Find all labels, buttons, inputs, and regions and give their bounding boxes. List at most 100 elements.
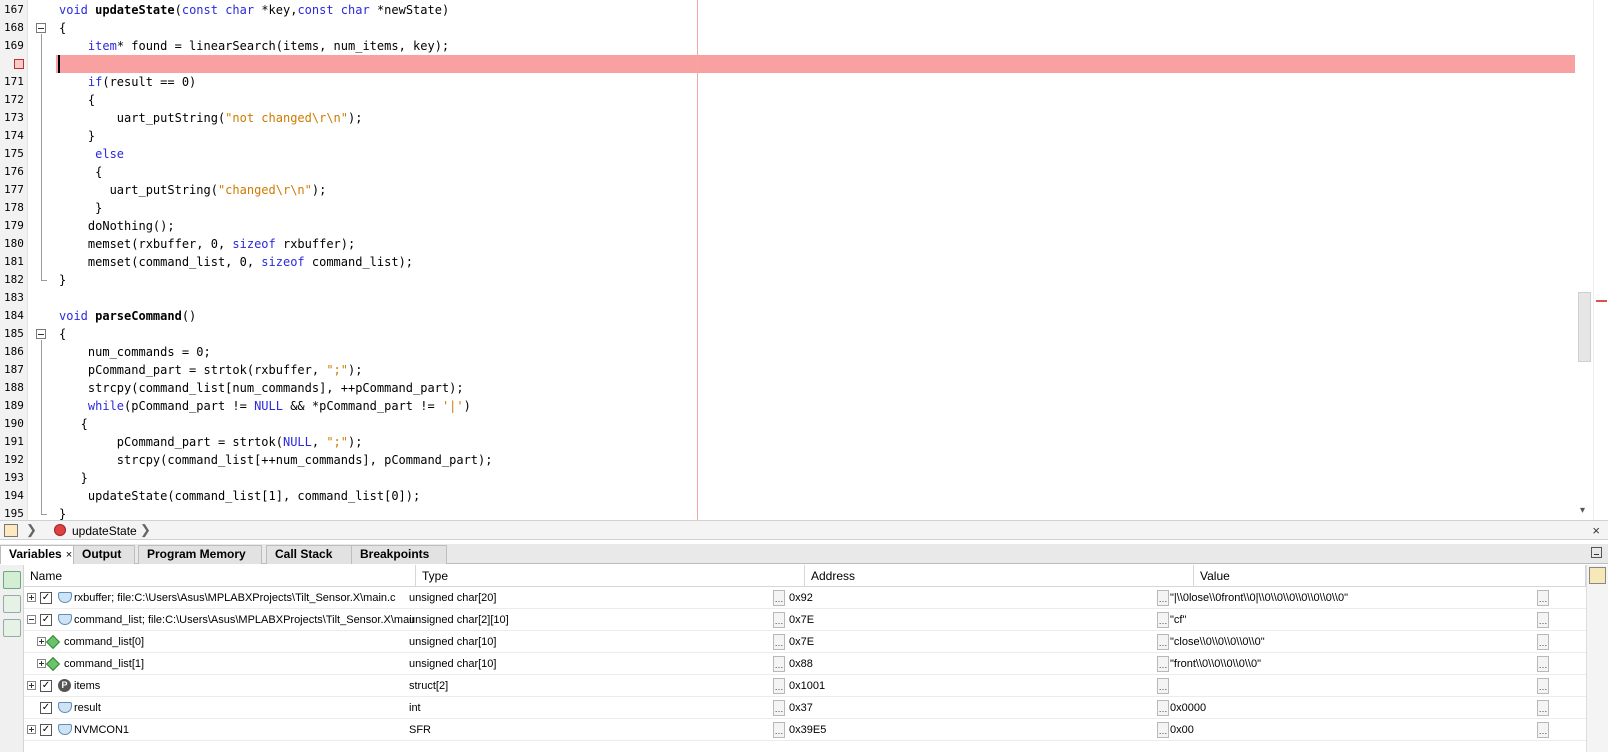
variable-row[interactable]: ✓ command_list; file:C:\Users\Asus\MPLABX… <box>24 609 1586 631</box>
code-line[interactable]: pCommand_part = strtok(rxbuffer, ";"); <box>59 361 363 379</box>
add-watch-icon[interactable] <box>3 619 21 637</box>
type-edit-button[interactable]: … <box>773 590 785 606</box>
variable-name[interactable]: rxbuffer; file:C:\Users\Asus\MPLABXProje… <box>74 587 414 609</box>
variable-value[interactable]: 0x0000 <box>1170 697 1532 719</box>
code-line[interactable]: void updateState(const char *key,const c… <box>59 1 449 19</box>
line-number[interactable]: 167 <box>0 1 27 19</box>
tab-program-memory[interactable]: Program Memory <box>138 545 262 564</box>
tab-variables[interactable]: Variables × <box>0 545 82 564</box>
line-number[interactable]: 190 <box>0 415 27 433</box>
code-line[interactable]: memset(command_list, 0, sizeof command_l… <box>59 253 413 271</box>
scrollbar-thumb[interactable] <box>1578 292 1591 362</box>
line-number[interactable]: 172 <box>0 91 27 109</box>
variable-row[interactable]: ✓ NVMCON1 SFR … … … 0x39E5 0x00 <box>24 719 1586 741</box>
close-icon[interactable]: × <box>1592 523 1600 538</box>
code-line[interactable]: pCommand_part = strtok(NULL, ";"); <box>59 433 363 451</box>
breakpoint-stripe-mark[interactable] <box>1596 300 1607 302</box>
variable-value[interactable] <box>1170 675 1532 697</box>
address-edit-button[interactable]: … <box>1157 612 1169 628</box>
column-header-value[interactable]: Value <box>1194 565 1586 587</box>
line-number[interactable]: 192 <box>0 451 27 469</box>
code-line[interactable]: updateState(command_list[1], command_lis… <box>59 487 420 505</box>
watch-checkbox[interactable]: ✓ <box>40 724 52 736</box>
fold-toggle-icon[interactable] <box>36 329 46 339</box>
code-line[interactable]: { <box>59 163 102 181</box>
line-number[interactable] <box>0 55 27 73</box>
variable-value[interactable]: 0x00 <box>1170 719 1532 741</box>
expand-icon[interactable] <box>27 725 36 734</box>
tab-close-icon[interactable]: × <box>66 549 72 561</box>
watch-checkbox[interactable]: ✓ <box>40 592 52 604</box>
line-number[interactable]: 189 <box>0 397 27 415</box>
variable-value[interactable]: "front\\0\\0\\0\\0\\0" <box>1170 653 1532 675</box>
line-number[interactable]: 177 <box>0 181 27 199</box>
value-edit-button[interactable]: … <box>1537 634 1549 650</box>
tab-output[interactable]: Output <box>73 545 135 564</box>
line-number[interactable]: 174 <box>0 127 27 145</box>
variable-row[interactable]: command_list[1] unsigned char[10] … … … 0x88 "… <box>24 653 1586 675</box>
watch-checkbox[interactable]: ✓ <box>40 614 52 626</box>
variable-name[interactable]: command_list[1] <box>64 653 414 675</box>
line-number[interactable]: 185 <box>0 325 27 343</box>
variable-name[interactable]: command_list[0] <box>64 631 414 653</box>
new-watch-icon[interactable] <box>3 595 21 613</box>
code-line[interactable]: { <box>59 325 66 343</box>
column-header-address[interactable]: Address <box>805 565 1194 587</box>
value-edit-button[interactable]: … <box>1537 612 1549 628</box>
code-line[interactable]: memset(rxbuffer, 0, sizeof rxbuffer); <box>59 235 355 253</box>
editor-vertical-scrollbar[interactable]: ▾ <box>1576 0 1593 520</box>
line-number[interactable]: 171 <box>0 73 27 91</box>
variable-row[interactable]: ✓ Pitems struct[2] … … … 0x1001 <box>24 675 1586 697</box>
value-edit-button[interactable]: … <box>1537 656 1549 672</box>
code-line[interactable]: doNothing(); <box>59 217 175 235</box>
variable-row[interactable]: command_list[0] unsigned char[10] … … … 0x7E "… <box>24 631 1586 653</box>
line-number[interactable]: 176 <box>0 163 27 181</box>
expand-icon[interactable] <box>27 593 36 602</box>
code-line[interactable]: { <box>59 19 66 37</box>
value-edit-button[interactable]: … <box>1537 700 1549 716</box>
line-number[interactable]: 186 <box>0 343 27 361</box>
code-line[interactable]: num_commands = 0; <box>59 343 211 361</box>
line-number[interactable]: 187 <box>0 361 27 379</box>
chevron-right-icon[interactable]: ❯ <box>140 522 151 538</box>
code-line[interactable]: } <box>59 199 102 217</box>
line-number[interactable]: 191 <box>0 433 27 451</box>
code-line[interactable]: while(pCommand_part != NULL && *pCommand… <box>59 397 471 415</box>
code-line[interactable]: item* found = linearSearch(items, num_it… <box>59 37 449 55</box>
type-edit-button[interactable]: … <box>773 612 785 628</box>
variable-row[interactable]: ✓ rxbuffer; file:C:\Users\Asus\MPLABXProj… <box>24 587 1586 609</box>
code-line[interactable]: } <box>59 127 95 145</box>
file-icon[interactable] <box>4 524 18 537</box>
code-line[interactable]: { <box>59 91 95 109</box>
minimize-panel-icon[interactable] <box>1591 547 1602 558</box>
line-number[interactable]: 182 <box>0 271 27 289</box>
column-header-name[interactable]: Name <box>24 565 416 587</box>
line-number[interactable]: 188 <box>0 379 27 397</box>
code-line[interactable]: else <box>59 145 124 163</box>
scroll-down-arrow-icon[interactable]: ▾ <box>1580 505 1585 516</box>
address-edit-button[interactable]: … <box>1157 700 1169 716</box>
variable-name[interactable]: command_list; file:C:\Users\Asus\MPLABXP… <box>74 609 414 631</box>
code-line[interactable]: strcpy(command_list[num_commands], ++pCo… <box>59 379 464 397</box>
variable-name[interactable]: items <box>74 675 414 697</box>
line-number[interactable]: 168 <box>0 19 27 37</box>
tab-call-stack[interactable]: Call Stack <box>266 545 352 564</box>
column-options-icon[interactable] <box>1589 567 1606 584</box>
variable-name[interactable]: NVMCON1 <box>74 719 414 741</box>
value-edit-button[interactable]: … <box>1537 722 1549 738</box>
type-edit-button[interactable]: … <box>773 656 785 672</box>
watch-icon[interactable] <box>3 571 21 589</box>
code-line[interactable]: strcpy(command_list[++num_commands], pCo… <box>59 451 493 469</box>
value-edit-button[interactable]: … <box>1537 678 1549 694</box>
line-number[interactable]: 195 <box>0 505 27 520</box>
variable-value[interactable]: "|\\0lose\\0front\\0|\\0\\0\\0\\0\\0\\0\… <box>1170 587 1532 609</box>
address-edit-button[interactable]: … <box>1157 656 1169 672</box>
value-edit-button[interactable]: … <box>1537 590 1549 606</box>
error-stripe[interactable] <box>1593 0 1608 520</box>
code-line[interactable]: } <box>59 469 88 487</box>
address-edit-button[interactable]: … <box>1157 678 1169 694</box>
code-line[interactable]: uart_putString("not changed\r\n"); <box>59 109 363 127</box>
variable-value[interactable]: "close\\0\\0\\0\\0\\0" <box>1170 631 1532 653</box>
line-number[interactable]: 179 <box>0 217 27 235</box>
address-edit-button[interactable]: … <box>1157 722 1169 738</box>
